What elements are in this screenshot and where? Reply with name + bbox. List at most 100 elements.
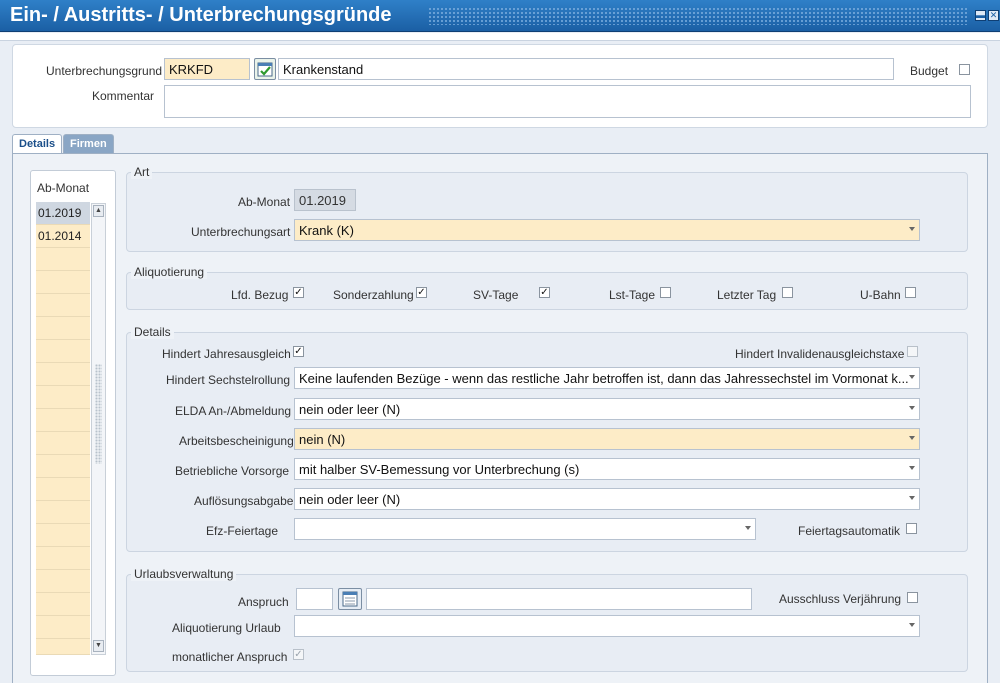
scroll-up-icon[interactable]: ▲ <box>93 205 104 217</box>
letzter-tag-label: Letzter Tag <box>717 288 777 302</box>
jahresausgleich-checkbox[interactable]: ✓ <box>293 346 304 357</box>
lst-tage-label: Lst-Tage <box>609 288 656 302</box>
list-item-empty[interactable] <box>36 317 90 340</box>
chevron-down-icon <box>909 623 915 627</box>
chevron-down-icon <box>909 496 915 500</box>
art-legend: Art <box>131 165 153 179</box>
list-item[interactable]: 01.2014 <box>36 225 90 248</box>
list-item-empty[interactable] <box>36 294 90 317</box>
chevron-down-icon <box>909 227 915 231</box>
verjaehrung-label: Ausschluss Verjährung <box>779 592 902 606</box>
invaliden-label: Hindert Invalidenausgleichstaxe <box>735 347 905 361</box>
tab-firmen[interactable]: Firmen <box>63 134 114 154</box>
efz-select[interactable] <box>294 518 756 540</box>
window-title: Ein- / Austritts- / Unterbrechungsgründe <box>10 4 392 26</box>
chevron-down-icon <box>745 526 751 530</box>
vorsorge-label: Betriebliche Vorsorge <box>175 464 290 478</box>
grund-label: Unterbrechungsgrund <box>46 64 163 78</box>
grund-code-field[interactable]: KRKFD <box>164 58 250 80</box>
vorsorge-select[interactable]: mit halber SV-Bemessung vor Unterbrechun… <box>294 458 920 480</box>
check-calendar-icon <box>257 62 273 77</box>
unterbrechungsart-select[interactable]: Krank (K) <box>294 219 920 241</box>
efz-label: Efz-Feiertage <box>206 524 279 538</box>
list-item-empty[interactable] <box>36 363 90 386</box>
chevron-down-icon <box>909 436 915 440</box>
calendar-icon <box>342 591 358 607</box>
list-item-empty[interactable] <box>36 386 90 409</box>
aufloesung-select[interactable]: nein oder leer (N) <box>294 488 920 510</box>
urlaub-legend: Urlaubsverwaltung <box>131 567 237 581</box>
u-bahn-label: U-Bahn <box>860 288 901 302</box>
grund-name-field[interactable]: Krankenstand <box>278 58 894 80</box>
arbeitsbescheinigung-select[interactable]: nein (N) <box>294 428 920 450</box>
aufloesung-label: Auflösungsabgabe <box>194 494 294 508</box>
scroll-grip[interactable] <box>95 364 102 464</box>
list-item-empty[interactable] <box>36 639 90 655</box>
letzter-tag-checkbox[interactable] <box>782 287 793 298</box>
kommentar-field[interactable] <box>164 85 971 118</box>
list-item-empty[interactable] <box>36 547 90 570</box>
unterbrechungsart-value: Krank (K) <box>299 223 354 238</box>
unterbrechungsart-label: Unterbrechungsart <box>191 225 291 239</box>
budget-checkbox[interactable] <box>959 64 970 75</box>
elda-value: nein oder leer (N) <box>299 402 401 417</box>
list-item-empty[interactable] <box>36 593 90 616</box>
details-legend: Details <box>131 325 174 339</box>
list-item-empty[interactable] <box>36 524 90 547</box>
sv-tage-label: SV-Tage <box>473 288 519 302</box>
u-bahn-checkbox[interactable] <box>905 287 916 298</box>
verjaehrung-checkbox[interactable] <box>907 592 918 603</box>
aufloesung-value: nein oder leer (N) <box>299 492 401 507</box>
sechstel-select[interactable]: Keine laufenden Bezüge - wenn das restli… <box>294 367 920 389</box>
list-item-empty[interactable] <box>36 616 90 639</box>
ab-monat-field[interactable]: 01.2019 <box>294 189 356 211</box>
sv-tage-checkbox[interactable]: ✓ <box>539 287 550 298</box>
chevron-down-icon <box>909 406 915 410</box>
list-item[interactable]: 01.2019 <box>36 202 90 225</box>
list-item-empty[interactable] <box>36 340 90 363</box>
chevron-down-icon <box>909 466 915 470</box>
list-item-empty[interactable] <box>36 570 90 593</box>
arbeitsbescheinigung-value: nein (N) <box>299 432 346 447</box>
kommentar-label: Kommentar <box>92 89 155 103</box>
feiertag-checkbox[interactable] <box>906 523 917 534</box>
sonderzahlung-checkbox[interactable]: ✓ <box>416 287 427 298</box>
monatlich-label: monatlicher Anspruch <box>172 650 288 664</box>
lfd-bezug-checkbox[interactable]: ✓ <box>293 287 304 298</box>
scroll-down-icon[interactable]: ▼ <box>93 640 104 652</box>
lookup-check-button[interactable] <box>254 58 276 80</box>
list-item-empty[interactable] <box>36 478 90 501</box>
list-scrollbar[interactable]: ▲ ▼ <box>91 203 106 655</box>
feiertag-label: Feiertagsautomatik <box>798 524 901 538</box>
jahresausgleich-label: Hindert Jahresausgleich <box>162 347 291 361</box>
aliquot-urlaub-select[interactable] <box>294 615 920 637</box>
monatlich-checkbox[interactable]: ✓ <box>293 649 304 660</box>
vorsorge-value: mit halber SV-Bemessung vor Unterbrechun… <box>299 462 580 477</box>
lst-tage-checkbox[interactable] <box>660 287 671 298</box>
elda-select[interactable]: nein oder leer (N) <box>294 398 920 420</box>
toolbar-strip <box>0 33 1000 41</box>
invaliden-checkbox[interactable] <box>907 346 918 357</box>
anspruch-label: Anspruch <box>238 595 289 609</box>
elda-label: ELDA An-/Abmeldung <box>175 404 292 418</box>
list-item-empty[interactable] <box>36 501 90 524</box>
tab-details[interactable]: Details <box>12 134 63 154</box>
chevron-down-icon <box>909 375 915 379</box>
calendar-button[interactable] <box>338 588 362 610</box>
anspruch-text-field[interactable] <box>366 588 752 610</box>
close-icon[interactable]: ✕ <box>988 10 999 21</box>
ab-monat-list-header: Ab-Monat <box>37 181 90 195</box>
sonderzahlung-label: Sonderzahlung <box>333 288 414 302</box>
arbeitsbescheinigung-label: Arbeitsbescheinigung <box>179 434 294 448</box>
ab-monat-label: Ab-Monat <box>238 195 291 209</box>
list-item-empty[interactable] <box>36 409 90 432</box>
list-item-empty[interactable] <box>36 248 90 271</box>
lfd-bezug-label: Lfd. Bezug <box>231 288 289 302</box>
sechstel-value: Keine laufenden Bezüge - wenn das restli… <box>299 371 909 386</box>
list-item-empty[interactable] <box>36 271 90 294</box>
anspruch-field[interactable] <box>296 588 333 610</box>
minimize-icon[interactable]: ▬ <box>975 10 986 21</box>
list-item-empty[interactable] <box>36 455 90 478</box>
aliquot-urlaub-label: Aliquotierung Urlaub <box>172 621 281 635</box>
list-item-empty[interactable] <box>36 432 90 455</box>
